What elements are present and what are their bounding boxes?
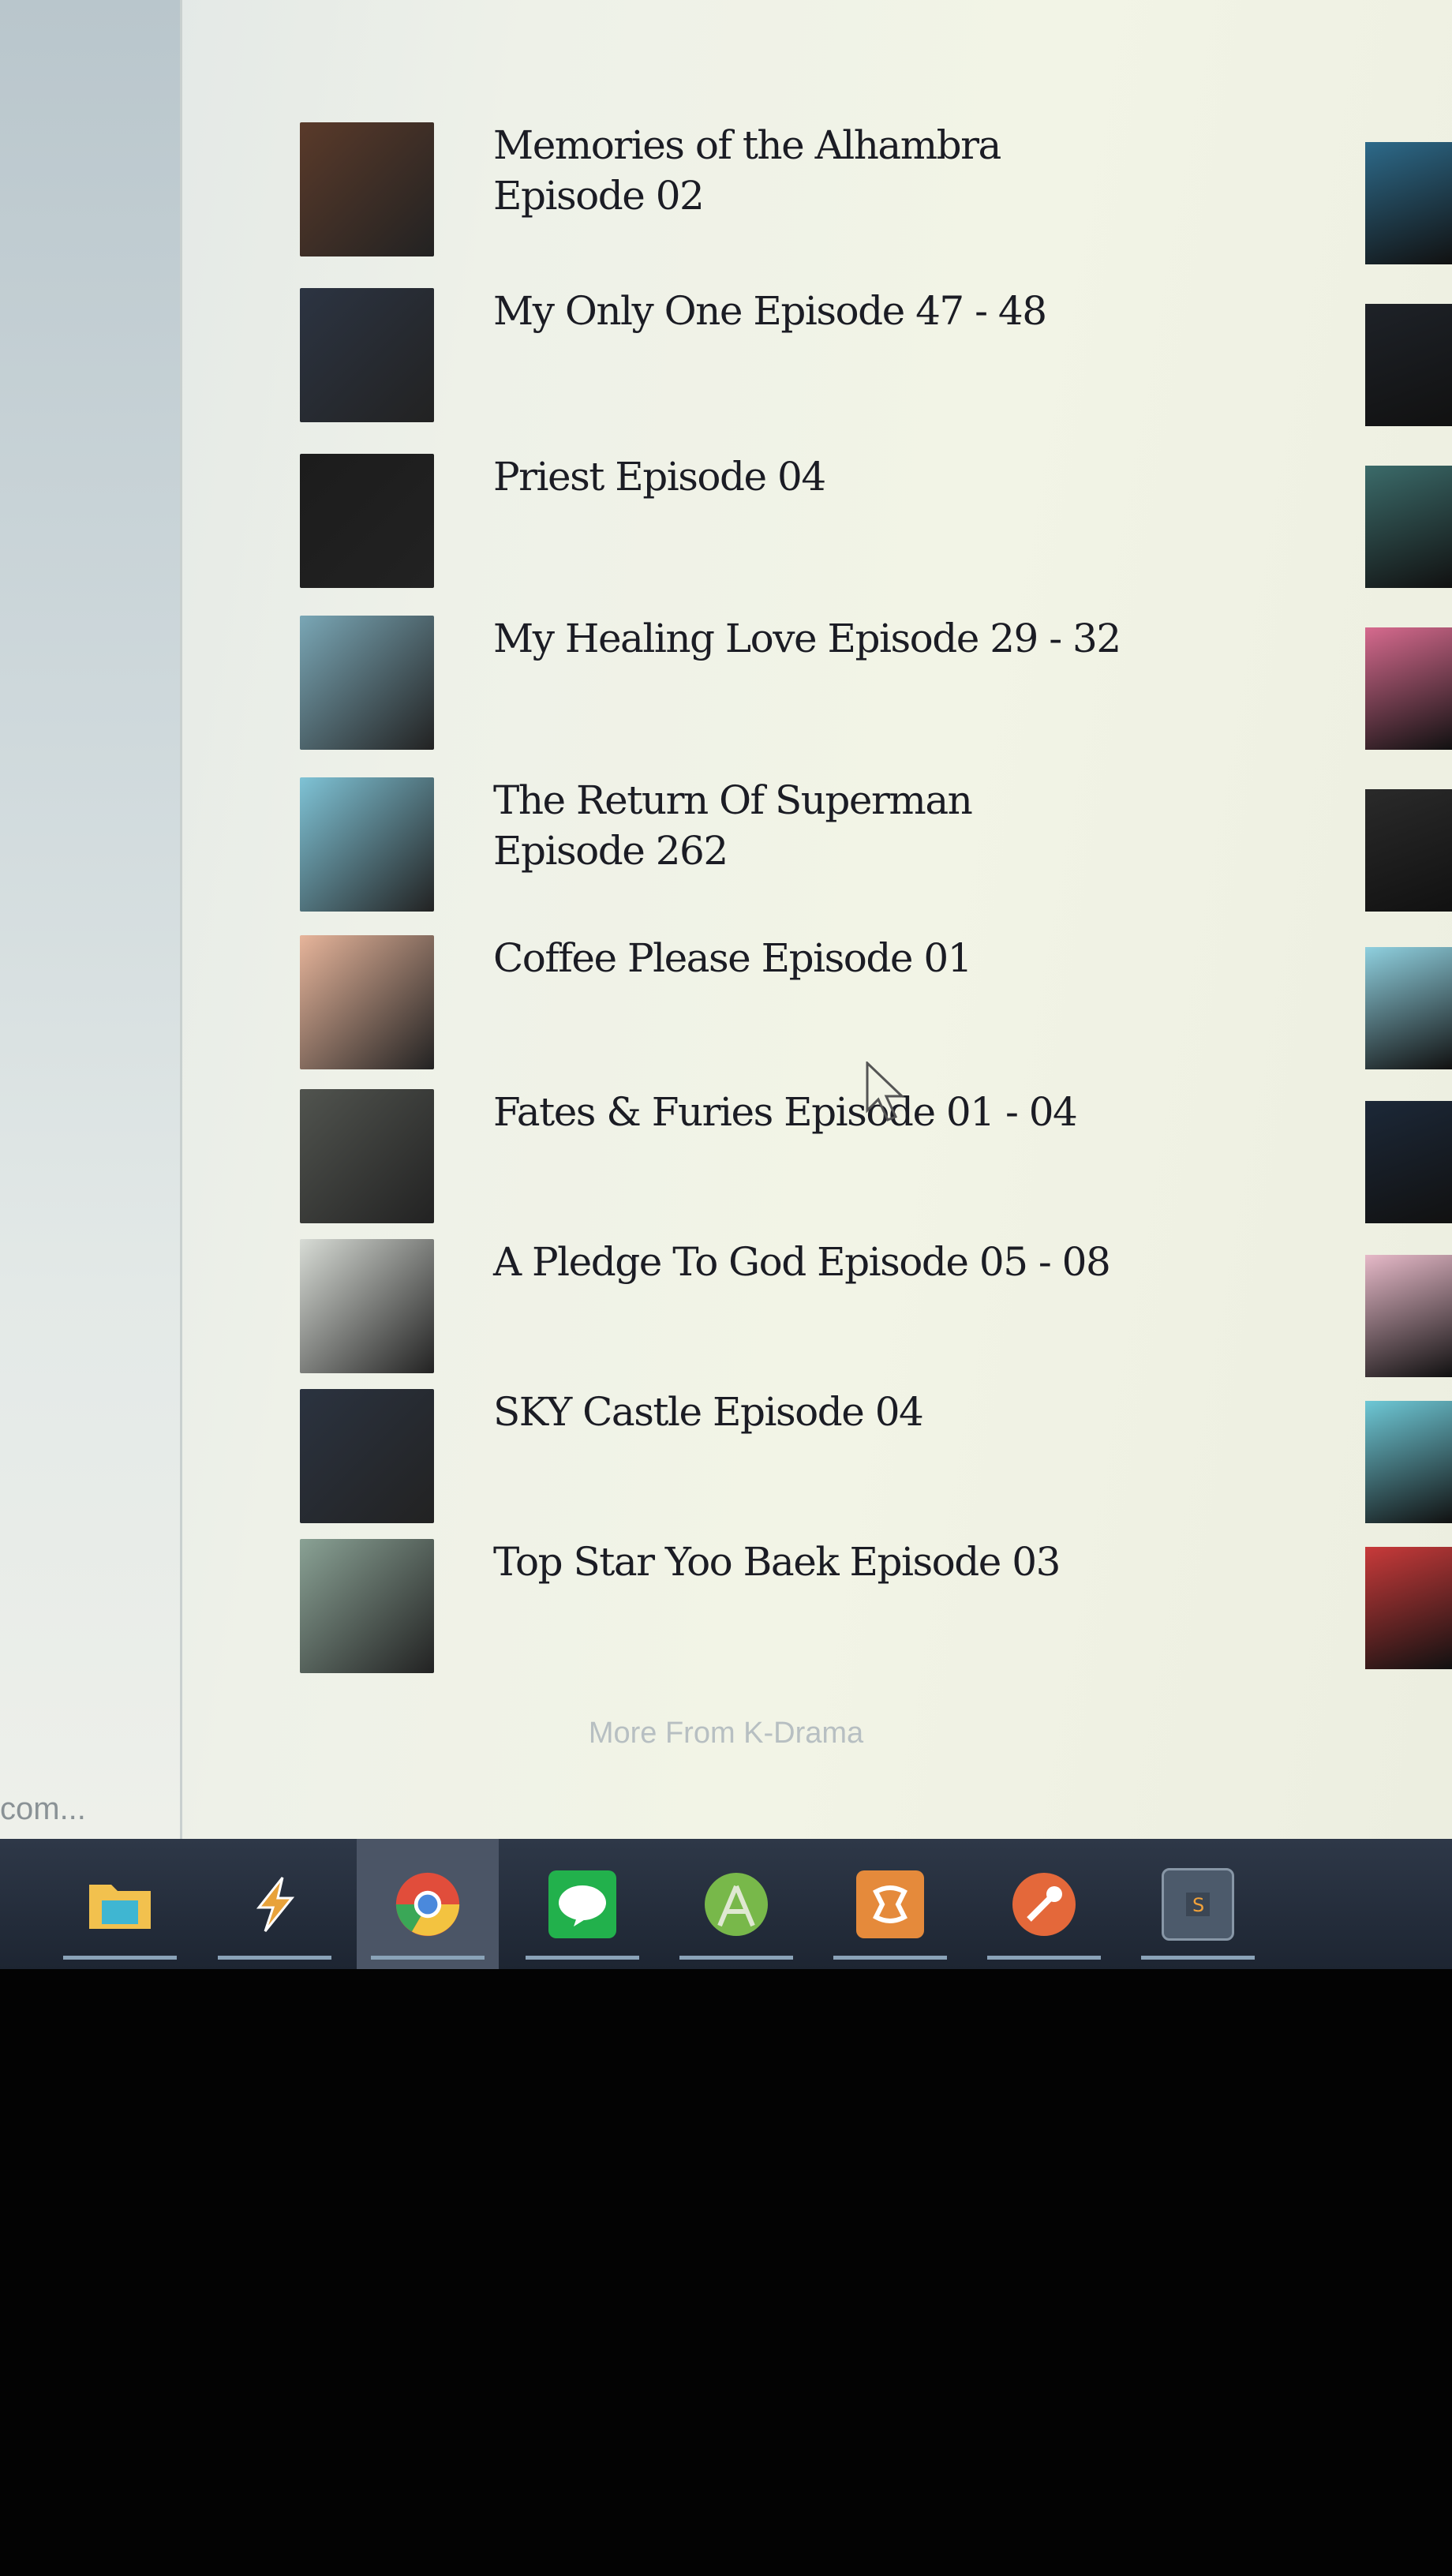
sublime-icon: S [1162, 1867, 1234, 1941]
side-thumbnail[interactable] [1365, 1101, 1452, 1223]
episode-thumbnail[interactable] [300, 1239, 434, 1373]
taskbar-sublime[interactable]: S [1127, 1839, 1269, 1969]
svg-text:S: S [1192, 1894, 1204, 1916]
episode-thumbnail[interactable] [300, 616, 434, 750]
episode-thumbnail[interactable] [300, 1389, 434, 1523]
line-icon [548, 1870, 616, 1938]
side-thumbnail[interactable] [1365, 466, 1452, 588]
taskbar-chrome[interactable] [357, 1839, 499, 1969]
chrome-icon [394, 1870, 462, 1938]
side-thumbnail[interactable] [1365, 1255, 1452, 1377]
episode-title-link[interactable]: Fates & Furies Episode 01 - 04 [493, 1087, 1125, 1137]
side-thumbnail[interactable] [1365, 947, 1452, 1069]
side-thumbnail[interactable] [1365, 1547, 1452, 1669]
taskbar-line[interactable] [511, 1839, 653, 1969]
windows-taskbar: S [0, 1839, 1452, 1969]
browser-viewport: Memories of the Alhambra Episode 02 My O… [0, 0, 1452, 1839]
postman-icon [1010, 1870, 1078, 1938]
episode-title-link[interactable]: Top Star Yoo Baek Episode 03 [493, 1537, 1125, 1587]
episode-thumbnail[interactable] [300, 454, 434, 588]
taskbar-postman[interactable] [973, 1839, 1115, 1969]
episode-title-link[interactable]: My Healing Love Episode 29 - 32 [493, 613, 1125, 664]
mouse-cursor-icon [866, 1061, 905, 1121]
episode-thumbnail[interactable] [300, 1539, 434, 1673]
folder-icon [86, 1870, 154, 1938]
episode-title-link[interactable]: Priest Episode 04 [493, 451, 1125, 502]
episode-title-link[interactable]: Memories of the Alhambra Episode 02 [493, 120, 1125, 221]
episode-title-link[interactable]: My Only One Episode 47 - 48 [493, 286, 1125, 336]
taskbar-xampp[interactable] [819, 1839, 961, 1969]
episode-thumbnail[interactable] [300, 1089, 434, 1223]
side-thumbnail[interactable] [1365, 142, 1452, 264]
episode-title-link[interactable]: The Return Of Superman Episode 262 [493, 775, 1125, 876]
taskbar-android-studio[interactable] [665, 1839, 807, 1969]
side-thumbnail[interactable] [1365, 304, 1452, 426]
episode-title-link[interactable]: SKY Castle Episode 04 [493, 1387, 1125, 1437]
status-bar-url: com... [0, 1792, 86, 1826]
episode-thumbnail[interactable] [300, 777, 434, 912]
winamp-icon [241, 1870, 309, 1938]
taskbar-file-explorer[interactable] [49, 1839, 191, 1969]
episode-thumbnail[interactable] [300, 935, 434, 1069]
xampp-icon [856, 1870, 924, 1938]
taskbar-winamp[interactable] [204, 1839, 346, 1969]
side-thumbnail[interactable] [1365, 1401, 1452, 1523]
episode-thumbnail[interactable] [300, 288, 434, 422]
left-sidebar-panel [0, 0, 182, 1839]
side-thumbnail[interactable] [1365, 789, 1452, 912]
android-studio-icon [702, 1870, 770, 1938]
episode-title-link[interactable]: A Pledge To God Episode 05 - 08 [493, 1237, 1125, 1287]
side-thumbnail[interactable] [1365, 627, 1452, 750]
more-from-category-link[interactable]: More From K-Drama [0, 1717, 1452, 1750]
episode-title-link[interactable]: Coffee Please Episode 01 [493, 933, 1125, 983]
monitor-bezel [0, 1969, 1452, 2576]
episode-thumbnail[interactable] [300, 122, 434, 256]
